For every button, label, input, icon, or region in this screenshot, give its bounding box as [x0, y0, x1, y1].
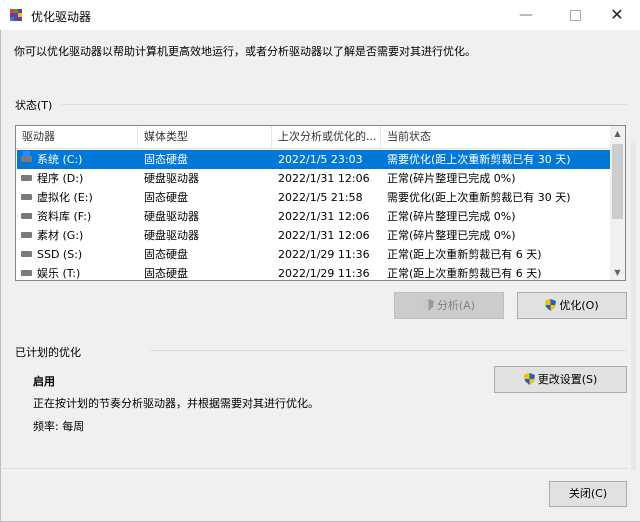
system-drive-icon [21, 151, 32, 162]
drive-icon [21, 194, 32, 200]
media-type-cell: 固态硬盘 [144, 248, 188, 261]
media-type-cell: 硬盘驱动器 [144, 172, 199, 185]
table-row[interactable]: 系统 (C:) 固态硬盘 2022/1/5 23:03 需要优化(距上次重新剪裁已有 … [17, 150, 613, 169]
drive-name-cell: SSD (S:) [37, 248, 83, 261]
status-cell: 正常(碎片整理已完成 0%) [387, 229, 516, 242]
window-title: 优化驱动器 [31, 10, 92, 24]
change-settings-button-label: 更改设置(S) [537, 373, 598, 386]
optimize-button-label: 优化(O) [559, 299, 599, 312]
drives-list-header: 驱动器 媒体类型 上次分析或优化的... 当前状态 [16, 126, 612, 149]
status-cell: 正常(距上次重新剪裁已有 6 天) [387, 267, 542, 280]
media-type-cell: 硬盘驱动器 [144, 229, 199, 242]
scroll-thumb[interactable] [612, 144, 623, 219]
media-type-cell: 硬盘驱动器 [144, 210, 199, 223]
table-row[interactable]: 虚拟化 (E:) 固态硬盘 2022/1/5 21:58 需要优化(距上次重新剪裁已有… [17, 188, 613, 207]
status-separator [62, 104, 627, 105]
status-cell: 正常(距上次重新剪裁已有 6 天) [387, 248, 542, 261]
table-row[interactable]: SSD (S:) 固态硬盘 2022/1/29 11:36 正常(距上次重新剪裁已有 … [17, 245, 613, 264]
column-header-last-run[interactable]: 上次分析或优化的... [272, 126, 381, 148]
shield-icon [545, 299, 557, 311]
close-window-button[interactable]: ✕ [594, 0, 640, 30]
column-header-current-status[interactable]: 当前状态 [381, 126, 612, 148]
media-type-cell: 固态硬盘 [144, 267, 188, 280]
drive-name-cell: 虚拟化 (E:) [37, 191, 93, 204]
last-run-cell: 2022/1/29 11:36 [278, 267, 370, 280]
column-header-media-type[interactable]: 媒体类型 [138, 126, 272, 148]
shield-icon [422, 299, 434, 311]
defrag-app-icon [10, 9, 22, 21]
title-bar[interactable]: 优化驱动器 — ✕ [0, 0, 640, 30]
drive-name-cell: 资料库 (F:) [37, 210, 92, 223]
table-row[interactable]: 娱乐 (T:) 固态硬盘 2022/1/29 11:36 正常(距上次重新剪裁已有 6… [17, 264, 613, 280]
drive-name-cell: 娱乐 (T:) [37, 267, 81, 280]
drive-icon [21, 232, 32, 238]
drive-icon [21, 270, 32, 276]
drive-name-cell: 程序 (D:) [37, 172, 84, 185]
status-cell: 正常(碎片整理已完成 0%) [387, 172, 516, 185]
status-group-label: 状态(T) [15, 99, 53, 112]
last-run-cell: 2022/1/31 12:06 [278, 229, 370, 242]
last-run-cell: 2022/1/5 21:58 [278, 191, 363, 204]
close-button[interactable]: 关闭(C) [549, 481, 627, 507]
analyze-button-label: 分析(A) [436, 299, 476, 312]
status-cell: 需要优化(距上次重新剪裁已有 30 天) [387, 191, 571, 204]
media-type-cell: 固态硬盘 [144, 191, 188, 204]
last-run-cell: 2022/1/31 12:06 [278, 172, 370, 185]
last-run-cell: 2022/1/29 11:36 [278, 248, 370, 261]
last-run-cell: 2022/1/5 23:03 [278, 153, 363, 166]
description-text: 你可以优化驱动器以帮助计算机更高效地运行，或者分析驱动器以了解是否需要对其进行优… [14, 45, 476, 58]
table-row[interactable]: 素材 (G:) 硬盘驱动器 2022/1/31 12:06 正常(碎片整理已完成 0%… [17, 226, 613, 245]
drives-list[interactable]: 驱动器 媒体类型 上次分析或优化的... 当前状态 系统 (C:) 固态硬盘 202… [15, 125, 626, 281]
minimize-button[interactable]: — [503, 0, 549, 30]
column-header-drive[interactable]: 驱动器 [16, 126, 138, 148]
window-scrollbar[interactable] [629, 140, 638, 470]
analyze-button[interactable]: 分析(A) [394, 292, 504, 319]
scroll-up-icon[interactable]: ▲ [610, 126, 625, 141]
drive-icon [21, 251, 32, 257]
schedule-state: 启用 [33, 375, 55, 388]
last-run-cell: 2022/1/31 12:06 [278, 210, 370, 223]
optimize-button[interactable]: 优化(O) [517, 292, 627, 319]
status-cell: 正常(碎片整理已完成 0%) [387, 210, 516, 223]
media-type-cell: 固态硬盘 [144, 153, 188, 166]
maximize-button[interactable] [552, 0, 598, 30]
scheduled-group-label: 已计划的优化 [15, 346, 81, 359]
drives-list-scrollbar[interactable]: ▲ ▼ [610, 126, 625, 280]
drive-icon [21, 175, 32, 181]
schedule-frequency: 频率: 每周 [33, 420, 85, 433]
drive-name-cell: 系统 (C:) [37, 153, 83, 166]
shield-icon [523, 373, 535, 385]
window-scrollbar-track [631, 140, 636, 470]
table-row[interactable]: 资料库 (F:) 硬盘驱动器 2022/1/31 12:06 正常(碎片整理已完成 0… [17, 207, 613, 226]
drive-name-cell: 素材 (G:) [37, 229, 84, 242]
scheduled-separator [150, 350, 627, 351]
drive-icon [21, 213, 32, 219]
maximize-icon [569, 9, 581, 21]
footer-separator [0, 468, 628, 469]
status-cell: 需要优化(距上次重新剪裁已有 30 天) [387, 153, 571, 166]
table-row[interactable]: 程序 (D:) 硬盘驱动器 2022/1/31 12:06 正常(碎片整理已完成 0%… [17, 169, 613, 188]
schedule-detail: 正在按计划的节奏分析驱动器，并根据需要对其进行优化。 [33, 397, 319, 410]
change-settings-button[interactable]: 更改设置(S) [494, 366, 627, 393]
scroll-down-icon[interactable]: ▼ [610, 265, 625, 280]
